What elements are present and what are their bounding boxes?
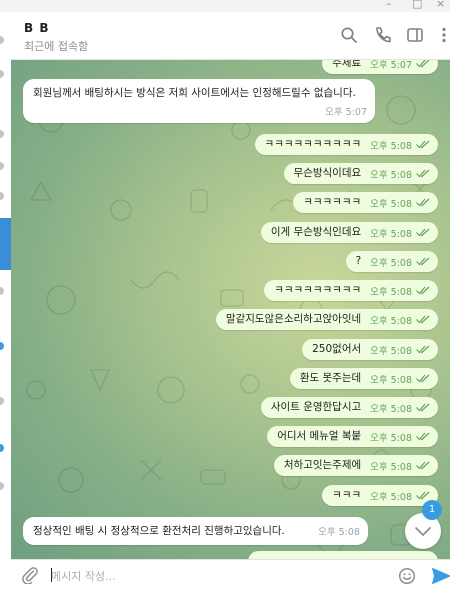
message-outgoing[interactable]	[248, 551, 438, 559]
send-icon[interactable]	[431, 567, 450, 585]
chat-status: 최근에 접속함	[24, 40, 89, 53]
close-icon[interactable]: ×	[436, 0, 445, 10]
read-check-icon	[416, 257, 430, 266]
window-titlebar: – □ ×	[0, 0, 450, 12]
message-outgoing[interactable]: ㅋㅋㅋㅋㅋㅋ 오후 5:08	[293, 192, 438, 213]
message-outgoing[interactable]: 처하고잇는주제에 오후 5:08	[273, 455, 438, 476]
read-check-icon	[416, 286, 430, 295]
chat-title[interactable]: B B	[24, 21, 49, 35]
message-outgoing[interactable]: ㅋㅋㅋㅋㅋㅋㅋㅋㅋ 오후 5:08	[264, 280, 438, 301]
message-outgoing[interactable]: 사이트 운영한답시고 오후 5:08	[260, 397, 438, 418]
message-outgoing[interactable]: ㅋㅋㅋㅋㅋㅋㅋㅋㅋㅋ 오후 5:08	[254, 134, 438, 155]
read-check-icon	[416, 403, 430, 412]
read-check-icon	[416, 198, 430, 207]
maximize-icon[interactable]: □	[412, 0, 422, 10]
read-check-icon	[416, 169, 430, 178]
read-check-icon	[416, 432, 430, 441]
read-check-icon	[416, 345, 430, 354]
chat-background: 주제료 오후 5:07 회원님께서 배팅하시는 방식은 저희 사이트에서는 인정…	[11, 60, 450, 559]
read-check-icon	[416, 60, 430, 68]
unread-count-badge: 1	[422, 500, 442, 520]
phone-icon[interactable]	[373, 25, 393, 45]
emoji-icon[interactable]	[398, 567, 416, 585]
sidebar-toggle-icon[interactable]	[405, 25, 425, 45]
message-outgoing[interactable]: 이게 무슨방식인데요 오후 5:08	[260, 222, 438, 243]
message-outgoing[interactable]: 환도 못주는데 오후 5:08	[289, 368, 438, 389]
chat-list-avatar[interactable]	[0, 130, 4, 138]
message-outgoing[interactable]: 250없어서 오후 5:08	[302, 339, 438, 360]
message-outgoing[interactable]: 어디서 메뉴얼 복붙 오후 5:08	[267, 426, 438, 447]
message-outgoing[interactable]: ? 오후 5:08	[345, 251, 438, 272]
chat-list-avatar[interactable]	[0, 287, 4, 295]
message-outgoing[interactable]: ㅋㅋㅋ 오후 5:08	[322, 485, 438, 506]
chat-list-avatar[interactable]	[0, 482, 4, 490]
chat-list-avatar[interactable]	[0, 162, 4, 170]
message-incoming[interactable]: 회원님께서 배팅하시는 방식은 저희 사이트에서는 인정해드릴수 없습니다. 오…	[23, 79, 375, 123]
chat-list-avatar[interactable]	[0, 70, 4, 78]
chat-list-selected-item[interactable]	[0, 218, 11, 270]
more-options-icon[interactable]	[434, 25, 450, 45]
search-icon[interactable]	[339, 25, 359, 45]
read-check-icon	[416, 228, 430, 237]
message-list[interactable]: 주제료 오후 5:07 회원님께서 배팅하시는 방식은 저희 사이트에서는 인정…	[11, 60, 450, 559]
read-check-icon	[416, 461, 430, 470]
chat-list-avatar[interactable]	[0, 397, 4, 405]
unread-indicator	[0, 342, 4, 350]
message-input[interactable]	[51, 567, 381, 585]
chat-header: B B 최근에 접속함	[11, 12, 450, 60]
unread-indicator	[0, 444, 4, 452]
minimize-icon[interactable]: –	[386, 0, 392, 10]
read-check-icon	[416, 315, 430, 324]
message-outgoing[interactable]: 무슨방식이데요 오후 5:08	[283, 163, 438, 184]
chat-list-avatar[interactable]	[0, 192, 4, 200]
message-outgoing[interactable]: 주제료 오후 5:07	[322, 60, 438, 74]
chat-list-avatar[interactable]	[0, 36, 4, 44]
read-check-icon	[416, 491, 430, 500]
read-check-icon	[416, 374, 430, 383]
message-incoming[interactable]: 정상적인 배팅 시 정상적으로 환전처리 진행하고있습니다. 오후 5:08	[23, 517, 368, 545]
message-outgoing[interactable]: 말같지도않은소리하고앉아잇네 오후 5:08	[215, 309, 438, 330]
read-check-icon	[416, 140, 430, 149]
paperclip-icon[interactable]	[21, 566, 39, 584]
message-composer	[11, 559, 450, 590]
